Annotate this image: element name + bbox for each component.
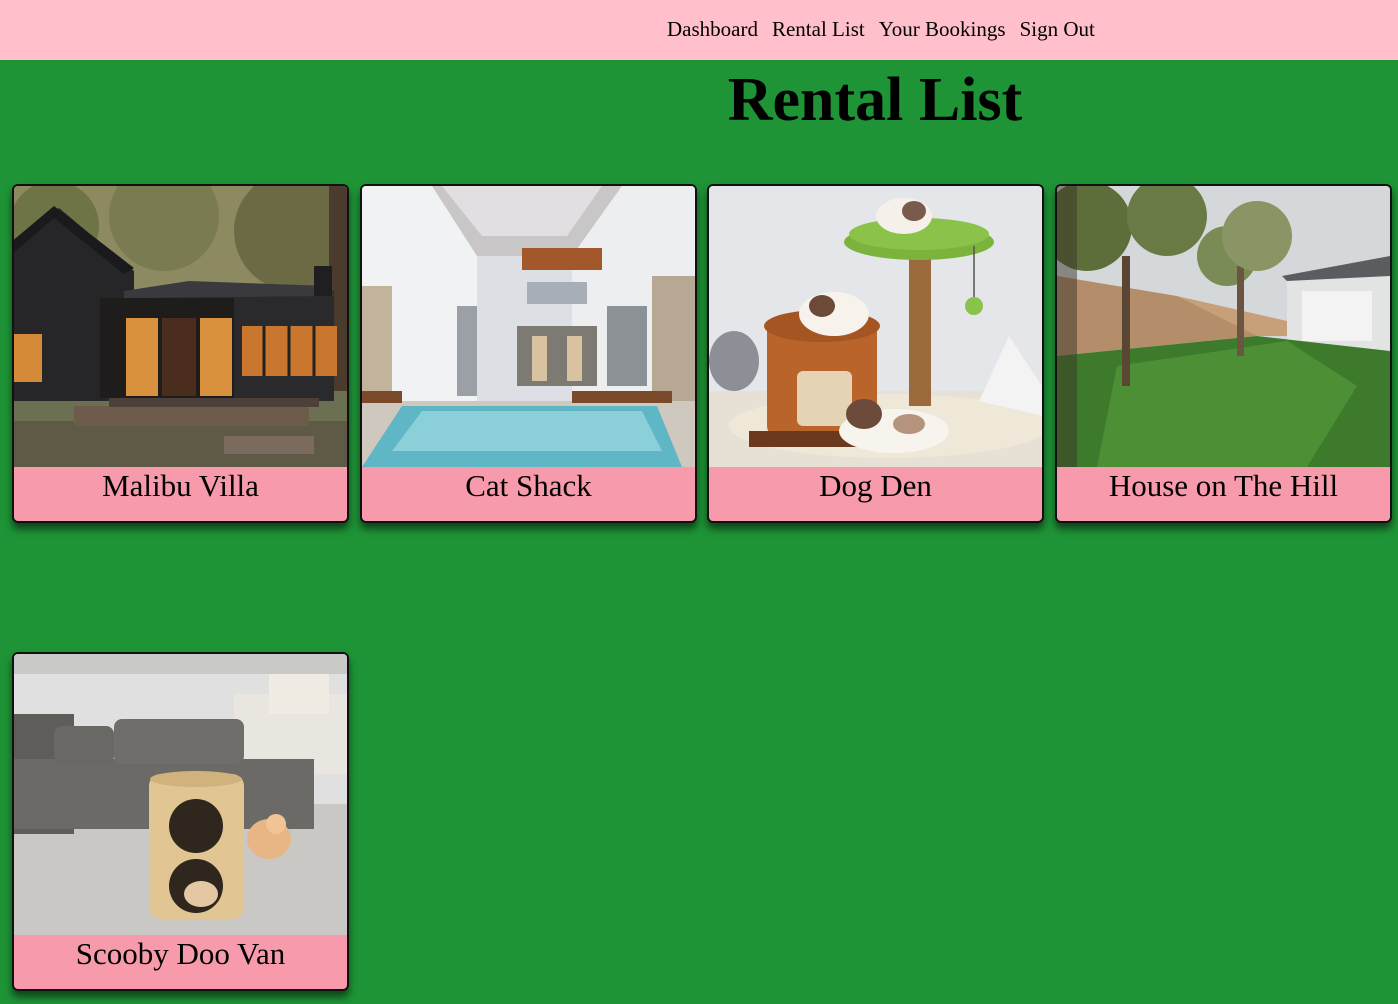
rental-card-malibu-villa[interactable]: Malibu Villa (12, 184, 349, 523)
nav-link-dashboard[interactable]: Dashboard (667, 17, 758, 41)
rental-name-label: Scooby Doo Van (75, 936, 286, 971)
page-title: Rental List (727, 66, 1023, 134)
rental-name-label: House on The Hill (1108, 468, 1339, 503)
top-navbar: Dashboard Rental List Your Bookings Sign… (0, 0, 1398, 60)
rental-image-house-on-the-hill[interactable] (1057, 186, 1390, 467)
nav-link-your-bookings[interactable]: Your Bookings (879, 17, 1006, 41)
nav-link-rental-list[interactable]: Rental List (772, 17, 865, 41)
nav-links: Dashboard Rental List Your Bookings Sign… (667, 17, 1095, 41)
rental-image-dog-den[interactable] (709, 186, 1042, 467)
rental-name-label: Dog Den (819, 468, 932, 503)
rental-card-dog-den[interactable]: Dog Den (707, 184, 1044, 523)
rental-card-cat-shack[interactable]: Cat Shack (360, 184, 697, 523)
rental-image-cat-shack[interactable] (362, 186, 695, 467)
rental-name-label: Malibu Villa (102, 468, 259, 503)
rental-name-label: Cat Shack (465, 468, 592, 503)
rental-card-scooby-doo-van[interactable]: Scooby Doo Van (12, 652, 349, 991)
nav-link-sign-out[interactable]: Sign Out (1020, 17, 1095, 41)
rental-image-malibu-villa[interactable] (14, 186, 347, 467)
rental-card-house-on-the-hill[interactable]: House on The Hill (1055, 184, 1392, 523)
rental-image-scooby-doo-van[interactable] (14, 654, 347, 935)
